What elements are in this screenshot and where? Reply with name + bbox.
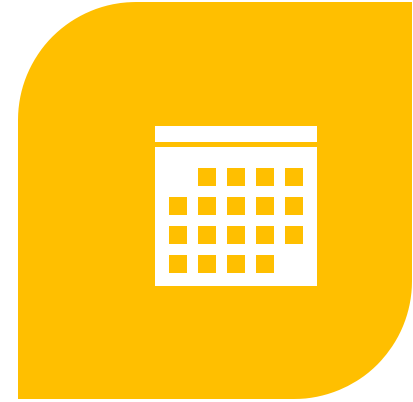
calendar-day-cell [256,197,274,215]
calendar-day-cell [227,197,245,215]
calendar-day-cell [227,226,245,244]
calendar-day-cell [169,255,187,273]
calendar-day-cell [169,197,187,215]
calendar-day-cell [227,168,245,186]
app-tile[interactable] [18,2,412,399]
calendar-day-cell [285,168,303,186]
calendar-day-cell [198,226,216,244]
calendar-body [155,147,317,286]
calendar-header-bar [155,126,317,142]
calendar-day-cell [169,226,187,244]
calendar-day-cell [285,226,303,244]
calendar-icon [155,126,317,286]
calendar-day-cell [256,255,274,273]
calendar-day-cell [198,255,216,273]
calendar-day-cell [227,255,245,273]
calendar-day-cell [256,168,274,186]
calendar-day-cell [198,168,216,186]
calendar-day-cell [198,197,216,215]
calendar-day-cell [285,197,303,215]
calendar-day-cell [256,226,274,244]
